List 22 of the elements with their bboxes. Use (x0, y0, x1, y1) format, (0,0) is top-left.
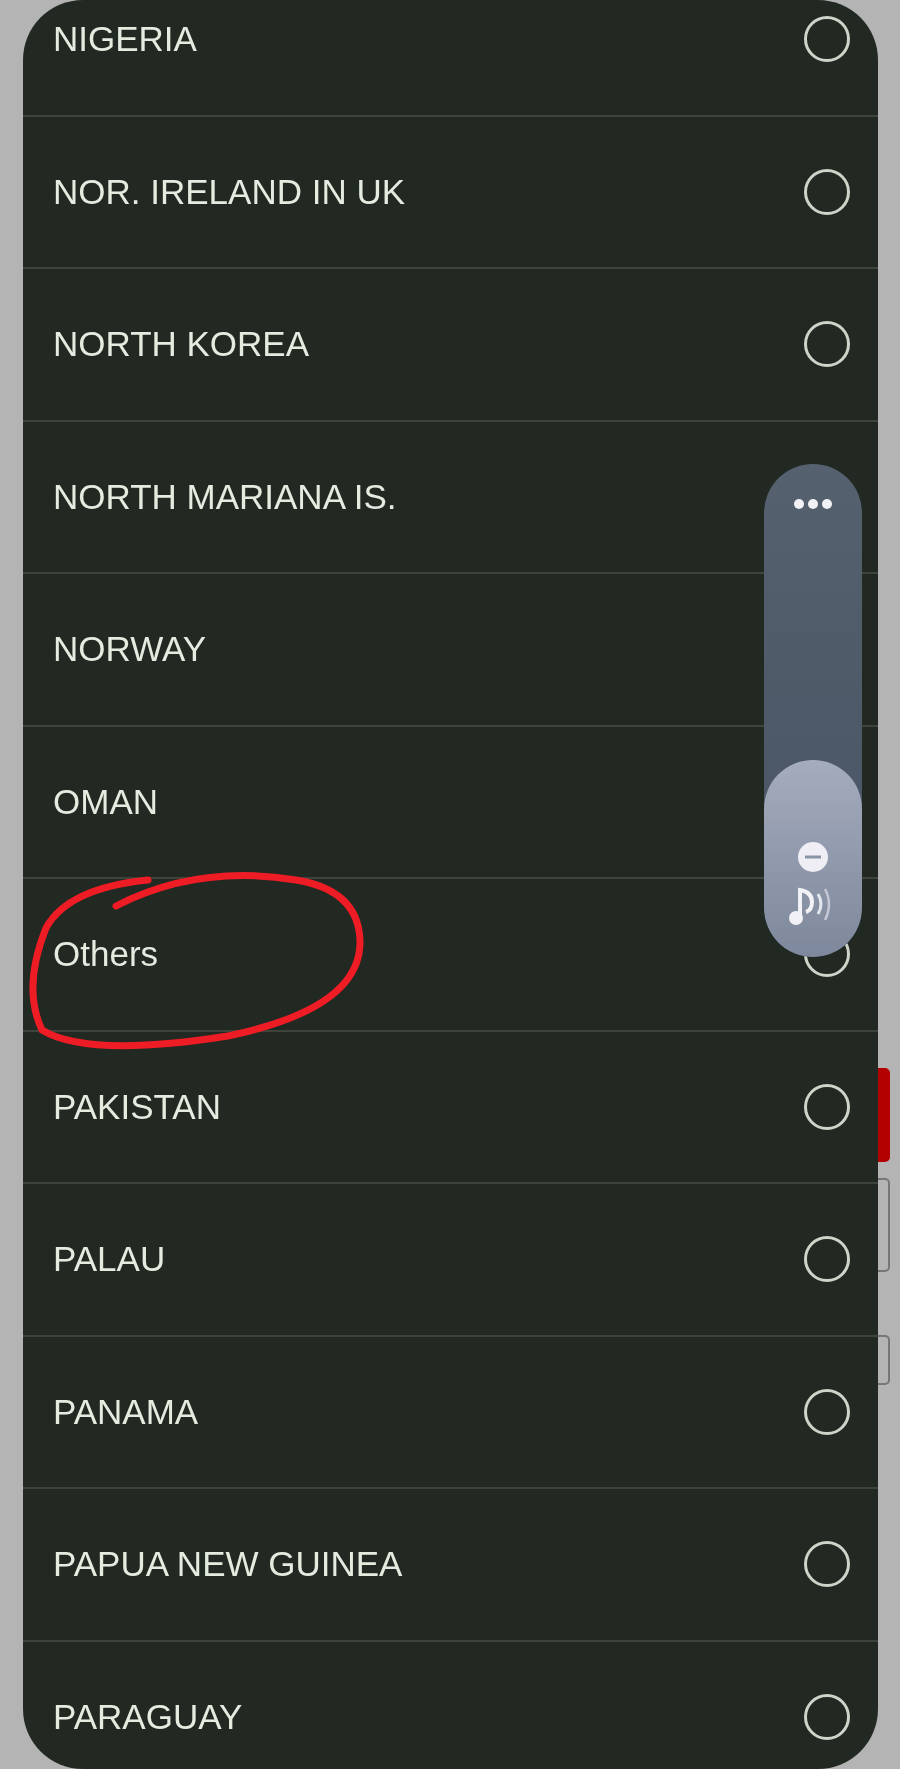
radio-button[interactable] (804, 1693, 850, 1740)
country-label: NORTH KOREA (53, 323, 310, 365)
radio-button[interactable] (804, 168, 850, 215)
radio-button[interactable] (804, 16, 850, 63)
country-label: OMAN (53, 780, 158, 823)
radio-button[interactable] (804, 1236, 850, 1283)
radio-button[interactable] (804, 1388, 850, 1435)
country-label: PANAMA (53, 1390, 199, 1433)
country-label: NIGERIA (53, 18, 197, 60)
radio-button[interactable] (804, 1541, 850, 1588)
country-label: NORWAY (53, 628, 206, 670)
country-label: PAKISTAN (53, 1085, 221, 1128)
country-label: NOR. IRELAND IN UK (53, 170, 405, 213)
country-label: PARAGUAY (53, 1695, 243, 1738)
more-icon[interactable] (793, 498, 833, 510)
radio-button[interactable] (804, 321, 850, 368)
country-label: PALAU (53, 1238, 166, 1280)
country-label: NORTH MARIANA IS. (53, 475, 397, 518)
country-label: PAPUA NEW GUINEA (53, 1543, 403, 1585)
radio-button[interactable] (804, 1083, 850, 1130)
minus-icon[interactable] (798, 842, 828, 872)
country-label: Others (53, 933, 159, 975)
